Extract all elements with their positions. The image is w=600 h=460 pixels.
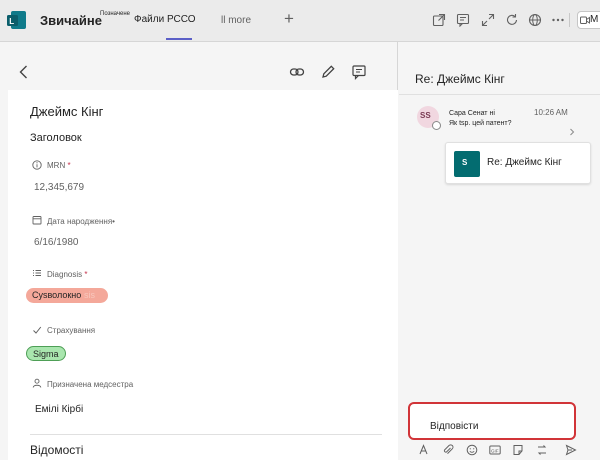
person-icon [32,378,42,388]
details-divider [30,434,382,435]
message-sender: Сара Сенат ні [449,110,495,117]
dob-label: Дата народження• [47,217,115,226]
refresh-icon[interactable] [505,13,519,27]
reply-box[interactable]: Відповісти [408,402,576,440]
gif-icon[interactable]: GIF [489,444,501,456]
loop-icon[interactable] [536,444,548,456]
message-time: 10:26 AM [534,108,568,117]
diagnosis-suffix: sis [84,290,95,300]
meet-label: M [590,14,599,25]
presence-status-icon [432,121,441,130]
attach-icon[interactable] [442,444,454,456]
avatar-initials: SS [420,111,431,120]
chat-icon[interactable] [456,13,470,27]
sharepoint-icon: S [454,151,480,177]
info-icon [32,160,42,170]
meet-button[interactable]: M [577,11,600,29]
app-title: Звичайне [40,13,102,28]
tab-files[interactable]: Файли РССО [134,14,196,25]
lists-app-icon: L [7,11,26,29]
nurse-value[interactable]: Емілі Кірбі [35,404,83,415]
list-icon [33,270,41,276]
diagnosis-value: волокно [47,290,82,300]
conversation-panel: Re: Джеймс Кінг SS Сара Сенат ні 10:26 A… [399,42,600,460]
insurance-label: Страхування [47,326,96,335]
record-panel: Джеймс Кінг Заголовок MRN * 12,345,679 Д… [0,42,398,460]
reply-label: Відповісти [430,421,479,432]
diagnosis-label: Diagnosis * [47,270,88,279]
mrn-value[interactable]: 12,345,679 [34,182,84,193]
mrn-label: MRN * [47,161,71,170]
attachment-card[interactable]: S Re: Джеймс Кінг [445,142,591,184]
comment-icon[interactable] [351,64,367,80]
globe-icon[interactable] [528,13,542,27]
more-icon[interactable] [551,13,565,27]
link-icon[interactable] [289,64,305,80]
header-divider [569,13,570,27]
section-heading: Заголовок [30,132,82,144]
conversation-divider [399,94,600,95]
record-toolbar [0,42,398,90]
emoji-icon[interactable] [466,444,478,456]
diagnosis-prefix: Cys [32,290,48,300]
check-icon [33,326,42,334]
app-header: L Звичайне Позначене Файли РССО ll more … [0,0,600,42]
svg-text:GIF: GIF [491,448,499,453]
back-icon[interactable] [16,64,32,80]
expand-icon[interactable] [481,13,495,27]
tab-more[interactable]: ll more [221,15,251,26]
send-icon[interactable] [565,444,577,456]
calendar-icon [32,216,42,225]
conversation-title: Re: Джеймс Кінг [415,72,505,86]
popout-icon[interactable] [432,13,446,27]
active-tab-indicator [166,38,192,40]
tab-default[interactable]: Позначене [100,11,130,17]
insurance-pill[interactable]: Sigma [26,346,66,361]
chevron-right-icon[interactable] [569,128,575,136]
edit-icon[interactable] [320,64,336,80]
record-title: Джеймс Кінг [30,104,104,119]
svg-text:L: L [9,17,14,26]
add-tab-button[interactable]: + [284,9,294,29]
format-icon[interactable] [418,444,430,456]
nurse-label: Призначена медсестра [47,380,134,389]
sharepoint-icon-label: S [462,158,468,167]
sticker-icon[interactable] [512,444,524,456]
meet-icon [580,16,590,24]
message-text: Як tsp. цей патент? [449,120,512,127]
attachment-title: Re: Джеймс Кінг [487,157,562,168]
diagnosis-pill[interactable]: Cysволокно sis [26,288,108,303]
dob-value[interactable]: 6/16/1980 [34,237,79,248]
details-heading: Відомості [30,443,84,457]
